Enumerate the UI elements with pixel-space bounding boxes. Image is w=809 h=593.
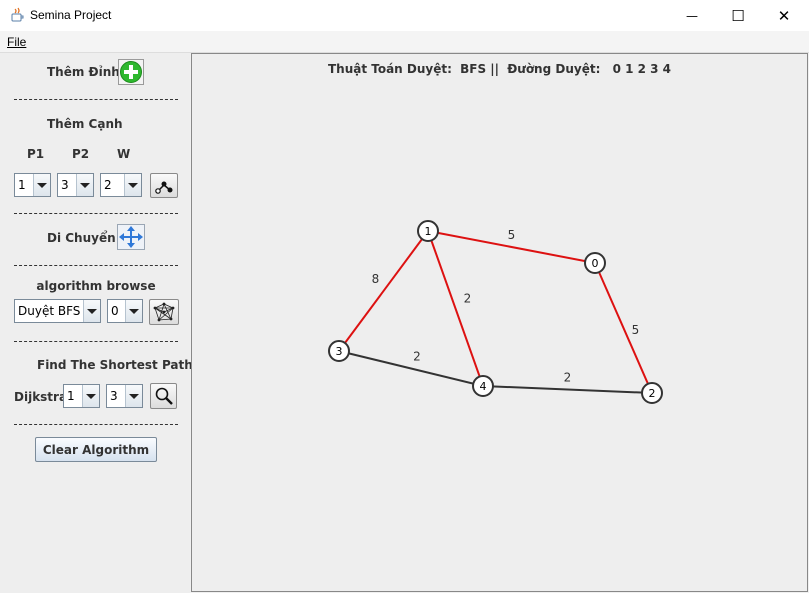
edge-weight-1-0: 5 — [508, 228, 516, 242]
chevron-down-icon — [33, 174, 50, 196]
chevron-down-icon — [125, 300, 142, 322]
menu-file[interactable]: File — [7, 35, 26, 49]
add-edge-label: Thêm Cạnh — [47, 117, 123, 131]
separator — [14, 424, 178, 425]
graph-drawing: 5 8 2 5 2 2 0 1 2 3 4 — [328, 220, 663, 404]
p2-label: P2 — [72, 147, 90, 161]
separator — [14, 99, 178, 100]
from-value: 1 — [67, 389, 75, 403]
separator — [14, 265, 178, 266]
search-icon — [155, 387, 173, 405]
minimize-button[interactable]: — — [669, 0, 715, 31]
edge-weight-3-4: 2 — [413, 350, 421, 364]
chevron-down-icon — [76, 174, 93, 196]
chevron-down-icon — [124, 174, 141, 196]
menu-bar: File — [0, 31, 809, 53]
edge-icon — [155, 181, 173, 194]
separator — [14, 341, 178, 342]
chevron-down-icon — [82, 385, 99, 407]
find-path-button[interactable] — [150, 383, 177, 409]
algorithm-label: algorithm browse — [36, 279, 156, 293]
clear-algorithm-button[interactable]: Clear Algorithm — [35, 437, 157, 462]
close-icon: ✕ — [777, 6, 791, 25]
move-button[interactable] — [117, 224, 145, 250]
from-vertex-select[interactable]: 1 — [63, 384, 100, 408]
java-app-icon — [11, 7, 24, 22]
start-vertex-select[interactable]: 0 — [107, 299, 143, 323]
chevron-down-icon — [83, 300, 100, 322]
vertex-label: 0 — [592, 257, 599, 270]
w-value: 2 — [104, 178, 112, 192]
sidebar: Thêm Đỉnh Thêm Cạnh P1 P2 W 1 3 2 Di Chu… — [0, 53, 193, 593]
edge-weight-4-2: 2 — [564, 371, 572, 385]
separator — [14, 213, 178, 214]
weight-select[interactable]: 2 — [100, 173, 142, 197]
vertex-label: 1 — [425, 225, 432, 238]
p2-value: 3 — [61, 178, 69, 192]
to-value: 3 — [110, 389, 118, 403]
maximize-icon: ☐ — [731, 6, 745, 25]
clear-algorithm-label: Clear Algorithm — [42, 442, 150, 457]
edge-4-2 — [482, 385, 653, 394]
vertex-0[interactable]: 0 — [584, 252, 606, 274]
add-vertex-label: Thêm Đỉnh — [47, 65, 120, 79]
graph-network-icon — [153, 302, 175, 322]
edge-0-2 — [594, 262, 653, 394]
vertex-label: 4 — [480, 380, 487, 393]
p1-label: P1 — [27, 147, 45, 161]
vertex-2[interactable]: 2 — [641, 382, 663, 404]
move-arrows-icon — [117, 224, 145, 250]
p2-select[interactable]: 3 — [57, 173, 94, 197]
dijkstra-label: Dijkstra — [14, 390, 68, 404]
maximize-button[interactable]: ☐ — [715, 0, 761, 31]
plus-icon — [118, 59, 144, 85]
edge-weight-1-3: 8 — [372, 272, 380, 286]
close-button[interactable]: ✕ — [761, 0, 807, 31]
start-value: 0 — [111, 304, 119, 318]
move-label: Di Chuyển — [47, 231, 116, 245]
add-vertex-button[interactable] — [117, 59, 145, 85]
add-edge-button[interactable] — [150, 173, 178, 198]
vertex-label: 3 — [336, 345, 343, 358]
p1-value: 1 — [18, 178, 26, 192]
vertex-1[interactable]: 1 — [417, 220, 439, 242]
title-bar: Semina Project — ☐ ✕ — [0, 0, 809, 31]
edge-weight-0-2: 5 — [632, 323, 640, 337]
vertex-label: 2 — [649, 387, 656, 400]
p1-select[interactable]: 1 — [14, 173, 51, 197]
edge-weight-1-4: 2 — [464, 292, 472, 306]
graph-canvas[interactable]: Thuật Toán Duyệt: BFS || Đường Duyệt: 0 … — [191, 53, 808, 592]
minimize-icon: — — [686, 8, 698, 23]
vertex-3[interactable]: 3 — [328, 340, 350, 362]
edge-1-3 — [338, 230, 429, 352]
edge-3-4 — [338, 350, 484, 387]
shortest-path-label: Find The Shortest Path — [37, 358, 193, 372]
edge-1-4 — [427, 230, 484, 387]
algorithm-select[interactable]: Duyệt BFS — [14, 299, 101, 323]
run-algorithm-button[interactable] — [149, 299, 179, 325]
chevron-down-icon — [125, 385, 142, 407]
vertex-4[interactable]: 4 — [472, 375, 494, 397]
w-label: W — [117, 147, 131, 161]
to-vertex-select[interactable]: 3 — [106, 384, 143, 408]
algorithm-value: Duyệt BFS — [18, 304, 81, 318]
window-title: Semina Project — [30, 8, 112, 22]
